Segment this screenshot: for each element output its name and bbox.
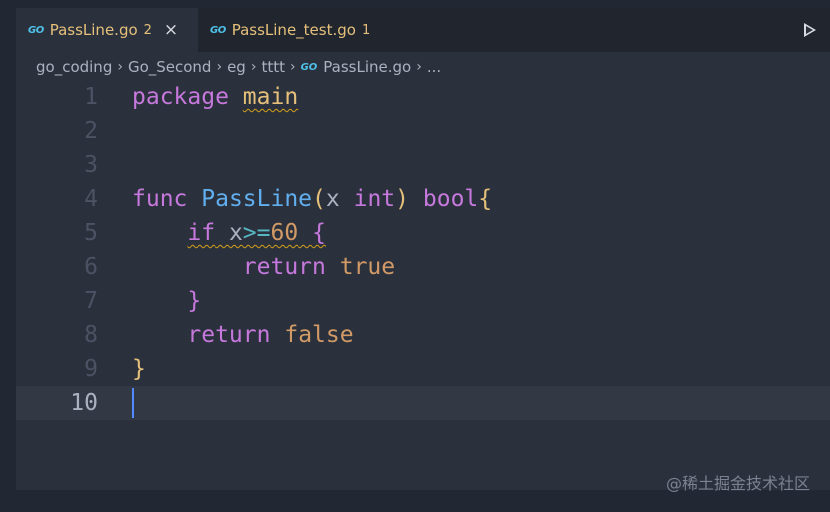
code-area[interactable]: 1 package main 2 3 4 func PassLine(x int) boo…	[16, 80, 830, 420]
breadcrumb-item-file[interactable]: PassLine.go	[323, 58, 411, 76]
editor-window: GO PassLine.go 2 × GO PassLine_test.go 1…	[16, 8, 830, 490]
code-token: true	[339, 254, 396, 280]
code-token: package	[132, 84, 229, 110]
line-number: 9	[84, 356, 98, 382]
code-token: {	[478, 186, 493, 212]
line-number: 4	[84, 186, 98, 212]
line-content: return true	[132, 250, 395, 284]
code-token: return	[242, 254, 326, 280]
code-token: >=	[242, 220, 271, 246]
line-content: package main	[132, 80, 298, 114]
problem-count-badge: 1	[361, 22, 371, 38]
code-line[interactable]: 9}	[16, 352, 830, 386]
breadcrumb-item-tttt[interactable]: tttt	[261, 58, 285, 76]
go-file-icon: GO	[300, 61, 318, 73]
code-token: )	[395, 186, 410, 212]
line-number: 8	[84, 322, 98, 348]
code-line[interactable]: 8 return false	[16, 318, 830, 352]
code-token: int	[353, 186, 396, 212]
code-line[interactable]: 5 if x>=60 {	[16, 216, 830, 250]
chevron-right-icon: ›	[117, 59, 123, 75]
tab-passline-go[interactable]: GO PassLine.go 2 ×	[16, 8, 198, 52]
code-line[interactable]: 10	[16, 386, 830, 420]
go-file-icon: GO	[210, 24, 226, 36]
line-content: }	[132, 284, 201, 318]
line-number: 5	[84, 220, 98, 246]
line-number: 10	[70, 390, 98, 416]
line-number: 2	[84, 118, 98, 144]
editor-actions	[790, 8, 830, 52]
breadcrumb-item-eg[interactable]: eg	[227, 58, 246, 76]
go-file-icon: GO	[28, 24, 44, 36]
code-token: return	[187, 322, 271, 348]
code-token: (	[312, 186, 326, 212]
code-token: 60	[270, 220, 299, 246]
watermark: @稀土掘金技术社区	[665, 474, 810, 493]
code-token: x	[325, 186, 340, 212]
text-cursor	[132, 388, 134, 418]
code-token: if x	[187, 220, 243, 246]
code-token: }	[132, 356, 146, 382]
line-number: 6	[84, 254, 98, 280]
tab-label: PassLine.go	[49, 21, 138, 39]
chevron-right-icon: ›	[250, 59, 257, 75]
line-content: }	[132, 352, 146, 386]
code-line[interactable]: 7 }	[16, 284, 830, 318]
line-number: 1	[84, 84, 98, 110]
line-number: 3	[84, 152, 98, 178]
code-line[interactable]: 4 func PassLine(x int) bool{	[16, 182, 830, 216]
line-number: 7	[84, 288, 98, 314]
line-content: func PassLine(x int) bool{	[132, 182, 492, 216]
line-content: return false	[132, 318, 354, 352]
breadcrumb-item-symbols[interactable]: ...	[427, 58, 441, 76]
code-token: func	[132, 186, 188, 212]
close-icon[interactable]: ×	[164, 20, 178, 40]
code-token: PassLine	[201, 186, 313, 212]
code-token: false	[284, 322, 354, 348]
breadcrumb-item-go-coding[interactable]: go_coding	[36, 58, 112, 76]
tab-label: PassLine_test.go	[231, 21, 356, 39]
breadcrumb-item-go-second[interactable]: Go_Second	[128, 58, 212, 76]
code-token: {	[312, 220, 326, 246]
code-token: }	[187, 288, 202, 314]
chevron-right-icon: ›	[216, 59, 223, 75]
chevron-right-icon: ›	[289, 59, 296, 75]
code-token: main	[242, 84, 299, 110]
tab-bar: GO PassLine.go 2 × GO PassLine_test.go 1	[16, 8, 830, 52]
line-content: if x>=60 {	[132, 216, 326, 250]
code-line[interactable]: 1 package main	[16, 80, 830, 114]
code-token: bool	[422, 186, 479, 212]
code-line[interactable]: 6 return true	[16, 250, 830, 284]
code-line[interactable]: 3	[16, 148, 830, 182]
chevron-right-icon: ›	[416, 59, 422, 75]
problem-count-badge: 2	[143, 22, 152, 38]
tab-passline-test-go[interactable]: GO PassLine_test.go 1	[198, 8, 412, 52]
run-icon[interactable]	[804, 23, 816, 37]
breadcrumb: go_coding › Go_Second › eg › tttt › GO P…	[36, 54, 441, 80]
code-line[interactable]: 2	[16, 114, 830, 148]
